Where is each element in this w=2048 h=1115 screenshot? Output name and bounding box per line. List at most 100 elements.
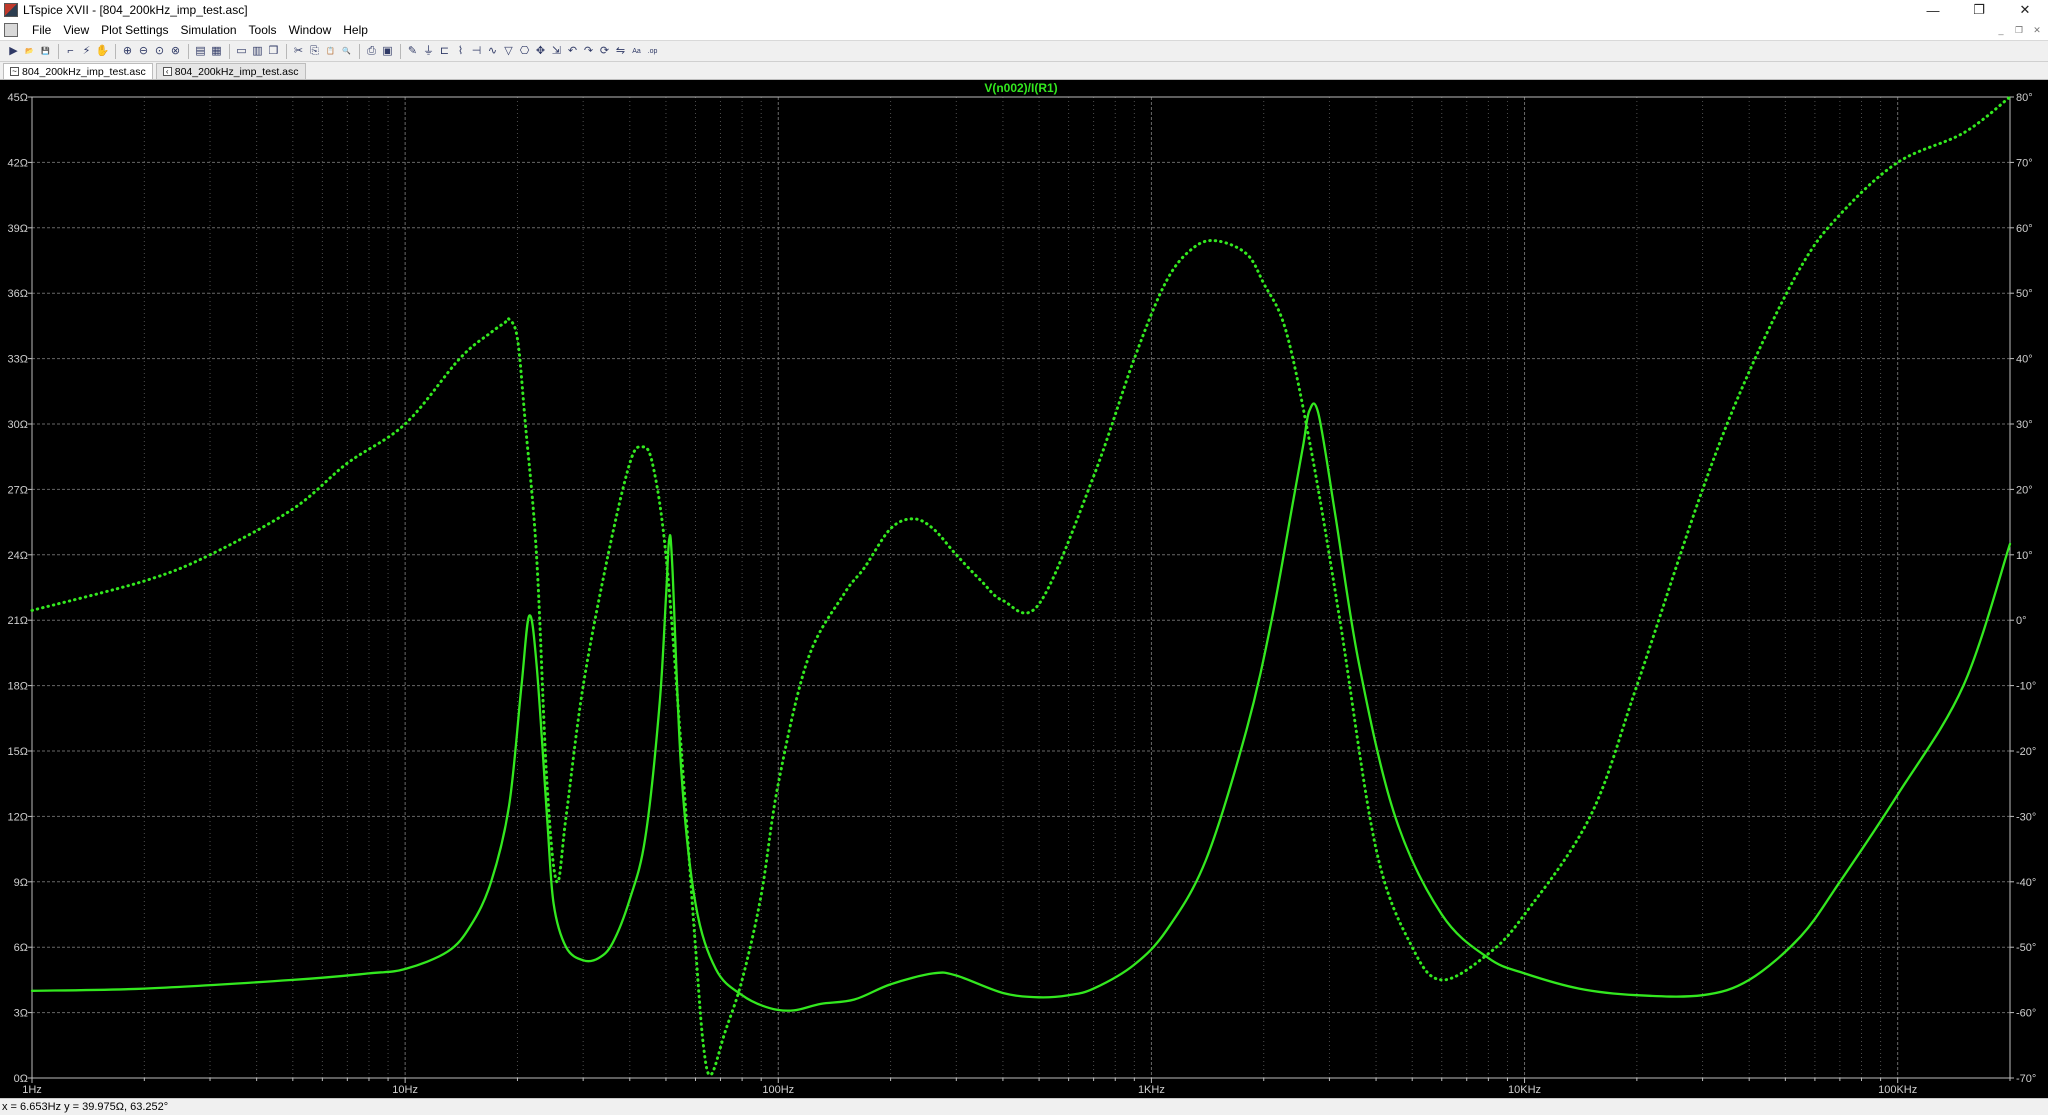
status-bar: x = 6.653Hz y = 39.975Ω, 63.252° (0, 1098, 2048, 1115)
cursor-readout: x = 6.653Hz y = 39.975Ω, 63.252° (2, 1101, 169, 1113)
wire-icon[interactable]: ✎ (405, 44, 420, 59)
resistor-icon[interactable]: ⌇ (453, 44, 468, 59)
y-left-tick-label: 36Ω (8, 288, 28, 300)
drag-icon[interactable]: ⇲ (549, 44, 564, 59)
zoom-cancel-icon[interactable]: ⊗ (168, 44, 183, 59)
y-left-tick-label: 39Ω (8, 223, 28, 235)
redo-icon[interactable]: ↷ (581, 44, 596, 59)
y-left-tick-label: 42Ω (8, 157, 28, 169)
y-right-tick-label: 50° (2016, 288, 2033, 300)
inductor-icon[interactable]: ∿ (485, 44, 500, 59)
cut-icon[interactable]: ✂ (291, 44, 306, 59)
x-tick-label: 10KHz (1508, 1084, 1541, 1096)
y-right-tick-label: -40° (2016, 877, 2036, 889)
menu-plot-settings[interactable]: Plot Settings (95, 20, 174, 40)
rotate-icon[interactable]: ⟳ (597, 44, 612, 59)
copy-icon[interactable]: ⎘ (307, 44, 322, 59)
mdi-close-button[interactable]: ✕ (2028, 22, 2046, 38)
move-icon[interactable]: ✥ (533, 44, 548, 59)
document-tab-bar: ~ 804_200kHz_imp_test.asc ‹ 804_200kHz_i… (0, 62, 2048, 80)
zoom-in-icon[interactable]: ⊕ (120, 44, 135, 59)
print-setup-icon[interactable]: ▣ (380, 44, 395, 59)
capacitor-icon[interactable]: ⊣ (469, 44, 484, 59)
y-right-tick-label: 70° (2016, 157, 2033, 169)
diode-icon[interactable]: ▽ (501, 44, 516, 59)
y-left-tick-label: 21Ω (8, 615, 28, 627)
y-left-tick-label: 33Ω (8, 354, 28, 366)
menu-file[interactable]: File (26, 20, 57, 40)
window-title: LTspice XVII - [804_200kHz_imp_test.asc] (23, 3, 248, 17)
tab-schematic[interactable]: ‹ 804_200kHz_imp_test.asc (155, 63, 306, 79)
y-right-tick-label: -30° (2016, 811, 2036, 823)
x-tick-label: 100Hz (762, 1084, 794, 1096)
y-left-tick-label: 3Ω (14, 1008, 28, 1020)
open-icon[interactable]: 📂 (22, 44, 37, 59)
menu-help[interactable]: Help (337, 20, 374, 40)
y-right-tick-label: -20° (2016, 746, 2036, 758)
ltspice-app-icon (4, 3, 18, 17)
restore-button[interactable]: ❐ (1956, 0, 2002, 20)
menu-tools[interactable]: Tools (243, 20, 283, 40)
y-left-tick-label: 12Ω (8, 811, 28, 823)
y-right-tick-label: -60° (2016, 1008, 2036, 1020)
menu-window[interactable]: Window (283, 20, 338, 40)
title-bar: LTspice XVII - [804_200kHz_imp_test.asc]… (0, 0, 2048, 20)
print-icon[interactable]: ⎙ (364, 44, 379, 59)
menu-simulation[interactable]: Simulation (175, 20, 243, 40)
x-tick-label: 10Hz (392, 1084, 418, 1096)
toolbar-separator (400, 43, 401, 59)
y-left-tick-label: 18Ω (8, 681, 28, 693)
toolbar: ▶ 📂 💾 ⌐ ⚡ ✋ ⊕ ⊖ ⊙ ⊗ ▤ ▦ ▭ ▥ ❒ ✂ ⎘ 📋 🔍 ⎙ ▣ ✎ ⏚ ⊏ ⌇ ⊣ ∿ ▽ ⎔ ✥ ⇲ ↶ ↷ ⟳ ⇋ Aa .op (0, 40, 2048, 62)
x-tick-label: 1KHz (1138, 1084, 1165, 1096)
ground-icon[interactable]: ⏚ (421, 44, 436, 59)
document-icon[interactable] (4, 23, 18, 37)
y-left-tick-label: 9Ω (14, 877, 28, 889)
y-right-tick-label: -70° (2016, 1073, 2036, 1085)
close-button[interactable]: ✕ (2002, 0, 2048, 20)
minimize-button[interactable]: — (1910, 0, 1956, 20)
trace-name[interactable]: V(n002)/I(R1) (984, 81, 1057, 95)
mdi-restore-button[interactable]: ❐ (2010, 22, 2028, 38)
probe-icon[interactable]: ⌐ (63, 44, 78, 59)
spice-directive-icon[interactable]: .op (645, 44, 660, 59)
tile-vertical-icon[interactable]: ▥ (250, 44, 265, 59)
paste-icon[interactable]: 📋 (323, 44, 338, 59)
tab-label: 804_200kHz_imp_test.asc (22, 65, 146, 78)
y-right-tick-label: 10° (2016, 550, 2033, 562)
run-icon[interactable]: ▶ (6, 44, 21, 59)
toolbar-separator (188, 43, 189, 59)
y-left-tick-label: 6Ω (14, 942, 28, 954)
waveform-plot[interactable]: 0Ω3Ω6Ω9Ω12Ω15Ω18Ω21Ω24Ω27Ω30Ω33Ω36Ω39Ω42… (0, 80, 2048, 1098)
tab-waveform[interactable]: ~ 804_200kHz_imp_test.asc (3, 63, 153, 79)
zoom-out-icon[interactable]: ⊖ (136, 44, 151, 59)
y-right-tick-label: 30° (2016, 419, 2033, 431)
save-icon[interactable]: 💾 (38, 44, 53, 59)
y-left-tick-label: 30Ω (8, 419, 28, 431)
toolbar-separator (286, 43, 287, 59)
find-icon[interactable]: 🔍 (339, 44, 354, 59)
cascade-icon[interactable]: ❒ (266, 44, 281, 59)
tab-label: 804_200kHz_imp_test.asc (174, 65, 299, 78)
halt-icon[interactable]: ⚡ (79, 44, 94, 59)
text-icon[interactable]: Aa (629, 44, 644, 59)
mirror-icon[interactable]: ⇋ (613, 44, 628, 59)
y-right-tick-label: 40° (2016, 354, 2033, 366)
undo-icon[interactable]: ↶ (565, 44, 580, 59)
component-icon[interactable]: ⎔ (517, 44, 532, 59)
grid-icon[interactable]: ▦ (209, 44, 224, 59)
autorange-icon[interactable]: ▤ (193, 44, 208, 59)
x-tick-label: 100KHz (1878, 1084, 1917, 1096)
waveform-icon: ~ (10, 67, 19, 76)
mdi-minimize-button[interactable]: _ (1992, 22, 2010, 38)
zoom-fit-icon[interactable]: ⊙ (152, 44, 167, 59)
y-left-tick-label: 27Ω (8, 484, 28, 496)
menu-view[interactable]: View (57, 20, 95, 40)
y-right-tick-label: 80° (2016, 92, 2033, 104)
toolbar-separator (115, 43, 116, 59)
tile-horizontal-icon[interactable]: ▭ (234, 44, 249, 59)
hand-icon[interactable]: ✋ (95, 44, 110, 59)
y-right-tick-label: -10° (2016, 681, 2036, 693)
menu-bar: File View Plot Settings Simulation Tools… (0, 20, 2048, 40)
label-icon[interactable]: ⊏ (437, 44, 452, 59)
plot-background (0, 80, 2048, 1098)
